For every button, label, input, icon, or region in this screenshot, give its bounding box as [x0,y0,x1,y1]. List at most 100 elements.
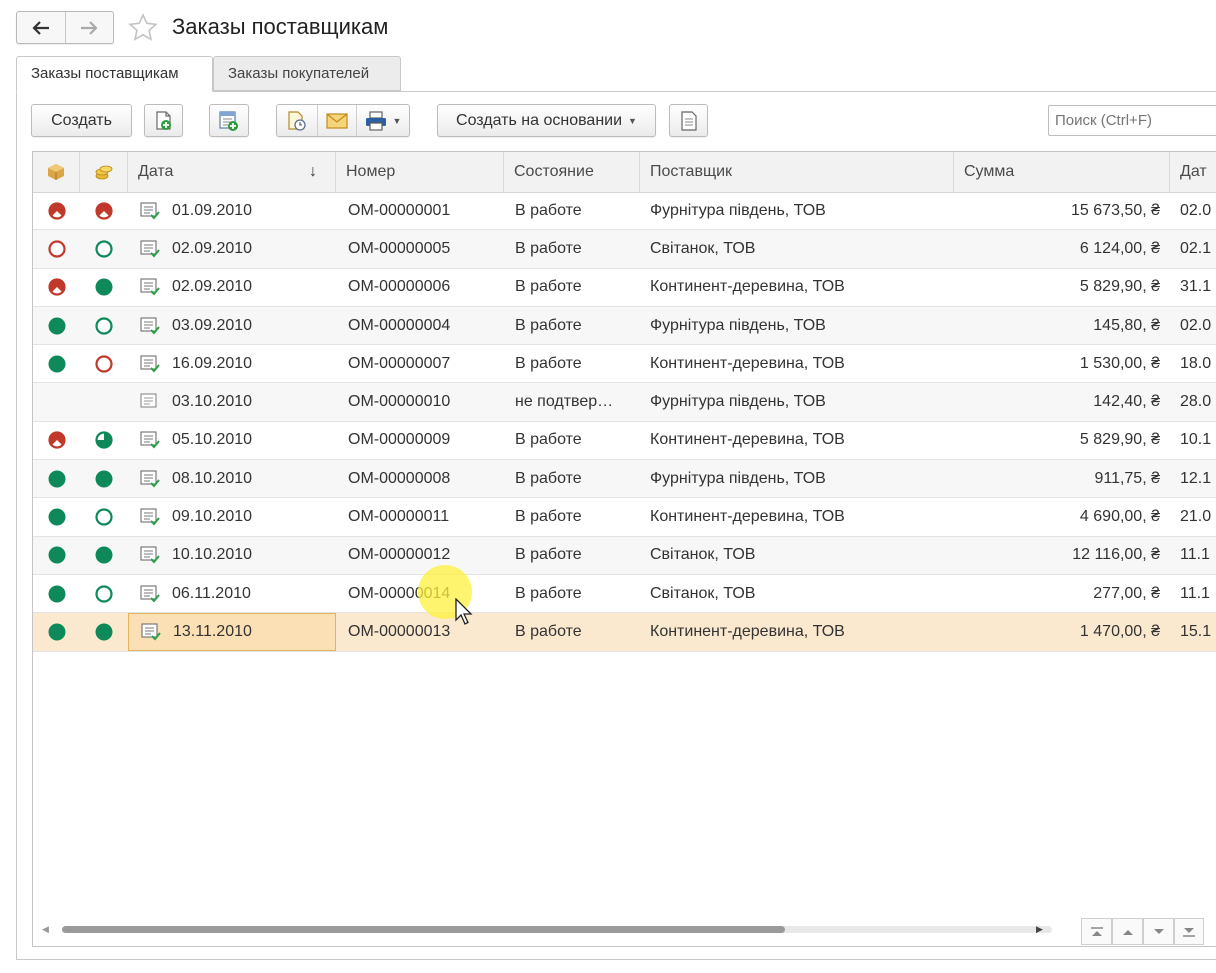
date-cell[interactable]: 10.10.2010 [128,537,336,574]
state-cell[interactable]: В работе [504,307,640,344]
date2-cell[interactable]: 12.1 [1170,460,1216,497]
email-button[interactable] [317,105,356,136]
supplier-cell[interactable]: Світанок, ТОВ [640,230,954,267]
column-header-number[interactable]: Номер [336,152,504,192]
supplier-cell[interactable]: Континент-деревина, ТОВ [640,498,954,535]
forward-button[interactable] [64,12,114,43]
print-button[interactable]: ▼ [356,105,409,136]
table-row[interactable]: 05.10.2010 ОМ-00000009 В работе Континент-д… [33,422,1216,461]
scroll-right-icon[interactable]: ▶ [1036,924,1043,935]
column-header-payment[interactable] [80,152,128,192]
sum-cell[interactable]: 5 829,90, ₴ [954,422,1170,459]
supplier-cell[interactable]: Фурнітура південь, ТОВ [640,307,954,344]
supplier-cell[interactable]: Континент-деревина, ТОВ [640,269,954,306]
first-page-button[interactable] [1081,918,1112,945]
number-cell[interactable]: ОМ-00000007 [336,345,504,382]
date2-cell[interactable]: 18.0 [1170,345,1216,382]
state-cell[interactable]: В работе [504,498,640,535]
column-header-delivery[interactable] [33,152,80,192]
column-header-date2[interactable]: Дат [1170,152,1216,192]
favorite-star-icon[interactable] [127,12,159,44]
date2-cell[interactable]: 02.1 [1170,230,1216,267]
supplier-cell[interactable]: Континент-деревина, ТОВ [640,613,954,650]
sum-cell[interactable]: 1 530,00, ₴ [954,345,1170,382]
state-cell[interactable]: В работе [504,269,640,306]
number-cell[interactable]: ОМ-00000004 [336,307,504,344]
supplier-cell[interactable]: Фурнітура південь, ТОВ [640,192,954,229]
page-up-button[interactable] [1112,918,1143,945]
date-cell[interactable]: 03.10.2010 [128,383,336,420]
horizontal-scrollbar[interactable]: ◀ ▶ [32,915,1052,945]
create-based-on-button[interactable]: Создать на основании ▼ [437,104,656,137]
date-cell[interactable]: 13.11.2010 [128,613,336,651]
sum-cell[interactable]: 5 829,90, ₴ [954,269,1170,306]
state-cell[interactable]: В работе [504,460,640,497]
date-cell[interactable]: 05.10.2010 [128,422,336,459]
state-cell[interactable]: не подтвер… [504,383,640,420]
tab-supplier-orders[interactable]: Заказы поставщикам [16,56,213,92]
add-list-button[interactable] [209,104,249,137]
state-cell[interactable]: В работе [504,575,640,612]
date2-cell[interactable]: 28.0 [1170,383,1216,420]
date2-cell[interactable]: 11.1 [1170,537,1216,574]
orders-table[interactable]: Дата ↓ Номер Состояние Поставщик Сумма Д… [32,151,1216,947]
date2-cell[interactable]: 11.1 [1170,575,1216,612]
table-row[interactable]: 03.09.2010 ОМ-00000004 В работе Фурнітура п… [33,306,1216,346]
sum-cell[interactable]: 12 116,00, ₴ [954,537,1170,574]
column-header-sum[interactable]: Сумма [954,152,1170,192]
column-header-supplier[interactable]: Поставщик [640,152,954,192]
page-down-button[interactable] [1143,918,1174,945]
sum-cell[interactable]: 145,80, ₴ [954,307,1170,344]
date-cell[interactable]: 09.10.2010 [128,498,336,535]
state-cell[interactable]: В работе [504,613,640,650]
column-header-date[interactable]: Дата ↓ [128,152,336,192]
number-cell[interactable]: ОМ-00000012 [336,537,504,574]
table-row[interactable]: 03.10.2010 ОМ-00000010 не подтвер… Фурнітур… [33,383,1216,422]
date2-cell[interactable]: 21.0 [1170,498,1216,535]
table-row[interactable]: 01.09.2010 ОМ-00000001 В работе Фурнітура п… [33,192,1216,231]
state-cell[interactable]: В работе [504,345,640,382]
date-cell[interactable]: 02.09.2010 [128,269,336,306]
supplier-cell[interactable]: Континент-деревина, ТОВ [640,345,954,382]
report-button[interactable] [277,105,317,136]
last-page-button[interactable] [1174,918,1204,945]
number-cell[interactable]: ОМ-00000005 [336,230,504,267]
sum-cell[interactable]: 277,00, ₴ [954,575,1170,612]
number-cell[interactable]: ОМ-00000009 [336,422,504,459]
date-cell[interactable]: 06.11.2010 [128,575,336,612]
table-row[interactable]: 13.11.2010 ОМ-00000013 В работе Континент-д… [33,613,1216,652]
table-row[interactable]: 06.11.2010 ОМ-00000014 В работе Світанок, Т… [33,575,1216,614]
table-row[interactable]: 02.09.2010 ОМ-00000006 В работе Континент-д… [33,269,1216,307]
date2-cell[interactable]: 10.1 [1170,422,1216,459]
copy-button[interactable] [144,104,183,137]
supplier-cell[interactable]: Континент-деревина, ТОВ [640,422,954,459]
date-cell[interactable]: 16.09.2010 [128,345,336,382]
number-cell[interactable]: ОМ-00000008 [336,460,504,497]
back-button[interactable] [17,12,65,43]
sum-cell[interactable]: 1 470,00, ₴ [954,613,1170,650]
state-cell[interactable]: В работе [504,537,640,574]
column-header-state[interactable]: Состояние [504,152,640,192]
supplier-cell[interactable]: Світанок, ТОВ [640,537,954,574]
table-row[interactable]: 09.10.2010 ОМ-00000011 В работе Континент-д… [33,498,1216,537]
number-cell[interactable]: ОМ-00000001 [336,192,504,229]
search-input[interactable] [1048,105,1216,136]
date-cell[interactable]: 03.09.2010 [128,307,336,344]
number-cell[interactable]: ОМ-00000011 [336,498,504,535]
sum-cell[interactable]: 6 124,00, ₴ [954,230,1170,267]
supplier-cell[interactable]: Фурнітура південь, ТОВ [640,460,954,497]
number-cell[interactable]: ОМ-00000010 [336,383,504,420]
date2-cell[interactable]: 02.0 [1170,192,1216,229]
date-cell[interactable]: 08.10.2010 [128,460,336,497]
number-cell[interactable]: ОМ-00000006 [336,269,504,306]
date-cell[interactable]: 02.09.2010 [128,230,336,267]
structure-button[interactable] [669,104,708,137]
date2-cell[interactable]: 31.1 [1170,269,1216,306]
state-cell[interactable]: В работе [504,422,640,459]
scroll-left-icon[interactable]: ◀ [42,924,49,935]
table-row[interactable]: 08.10.2010 ОМ-00000008 В работе Фурнітура п… [33,460,1216,499]
state-cell[interactable]: В работе [504,192,640,229]
scrollbar-thumb[interactable] [62,926,785,933]
create-button[interactable]: Создать [31,104,132,137]
sum-cell[interactable]: 911,75, ₴ [954,460,1170,497]
